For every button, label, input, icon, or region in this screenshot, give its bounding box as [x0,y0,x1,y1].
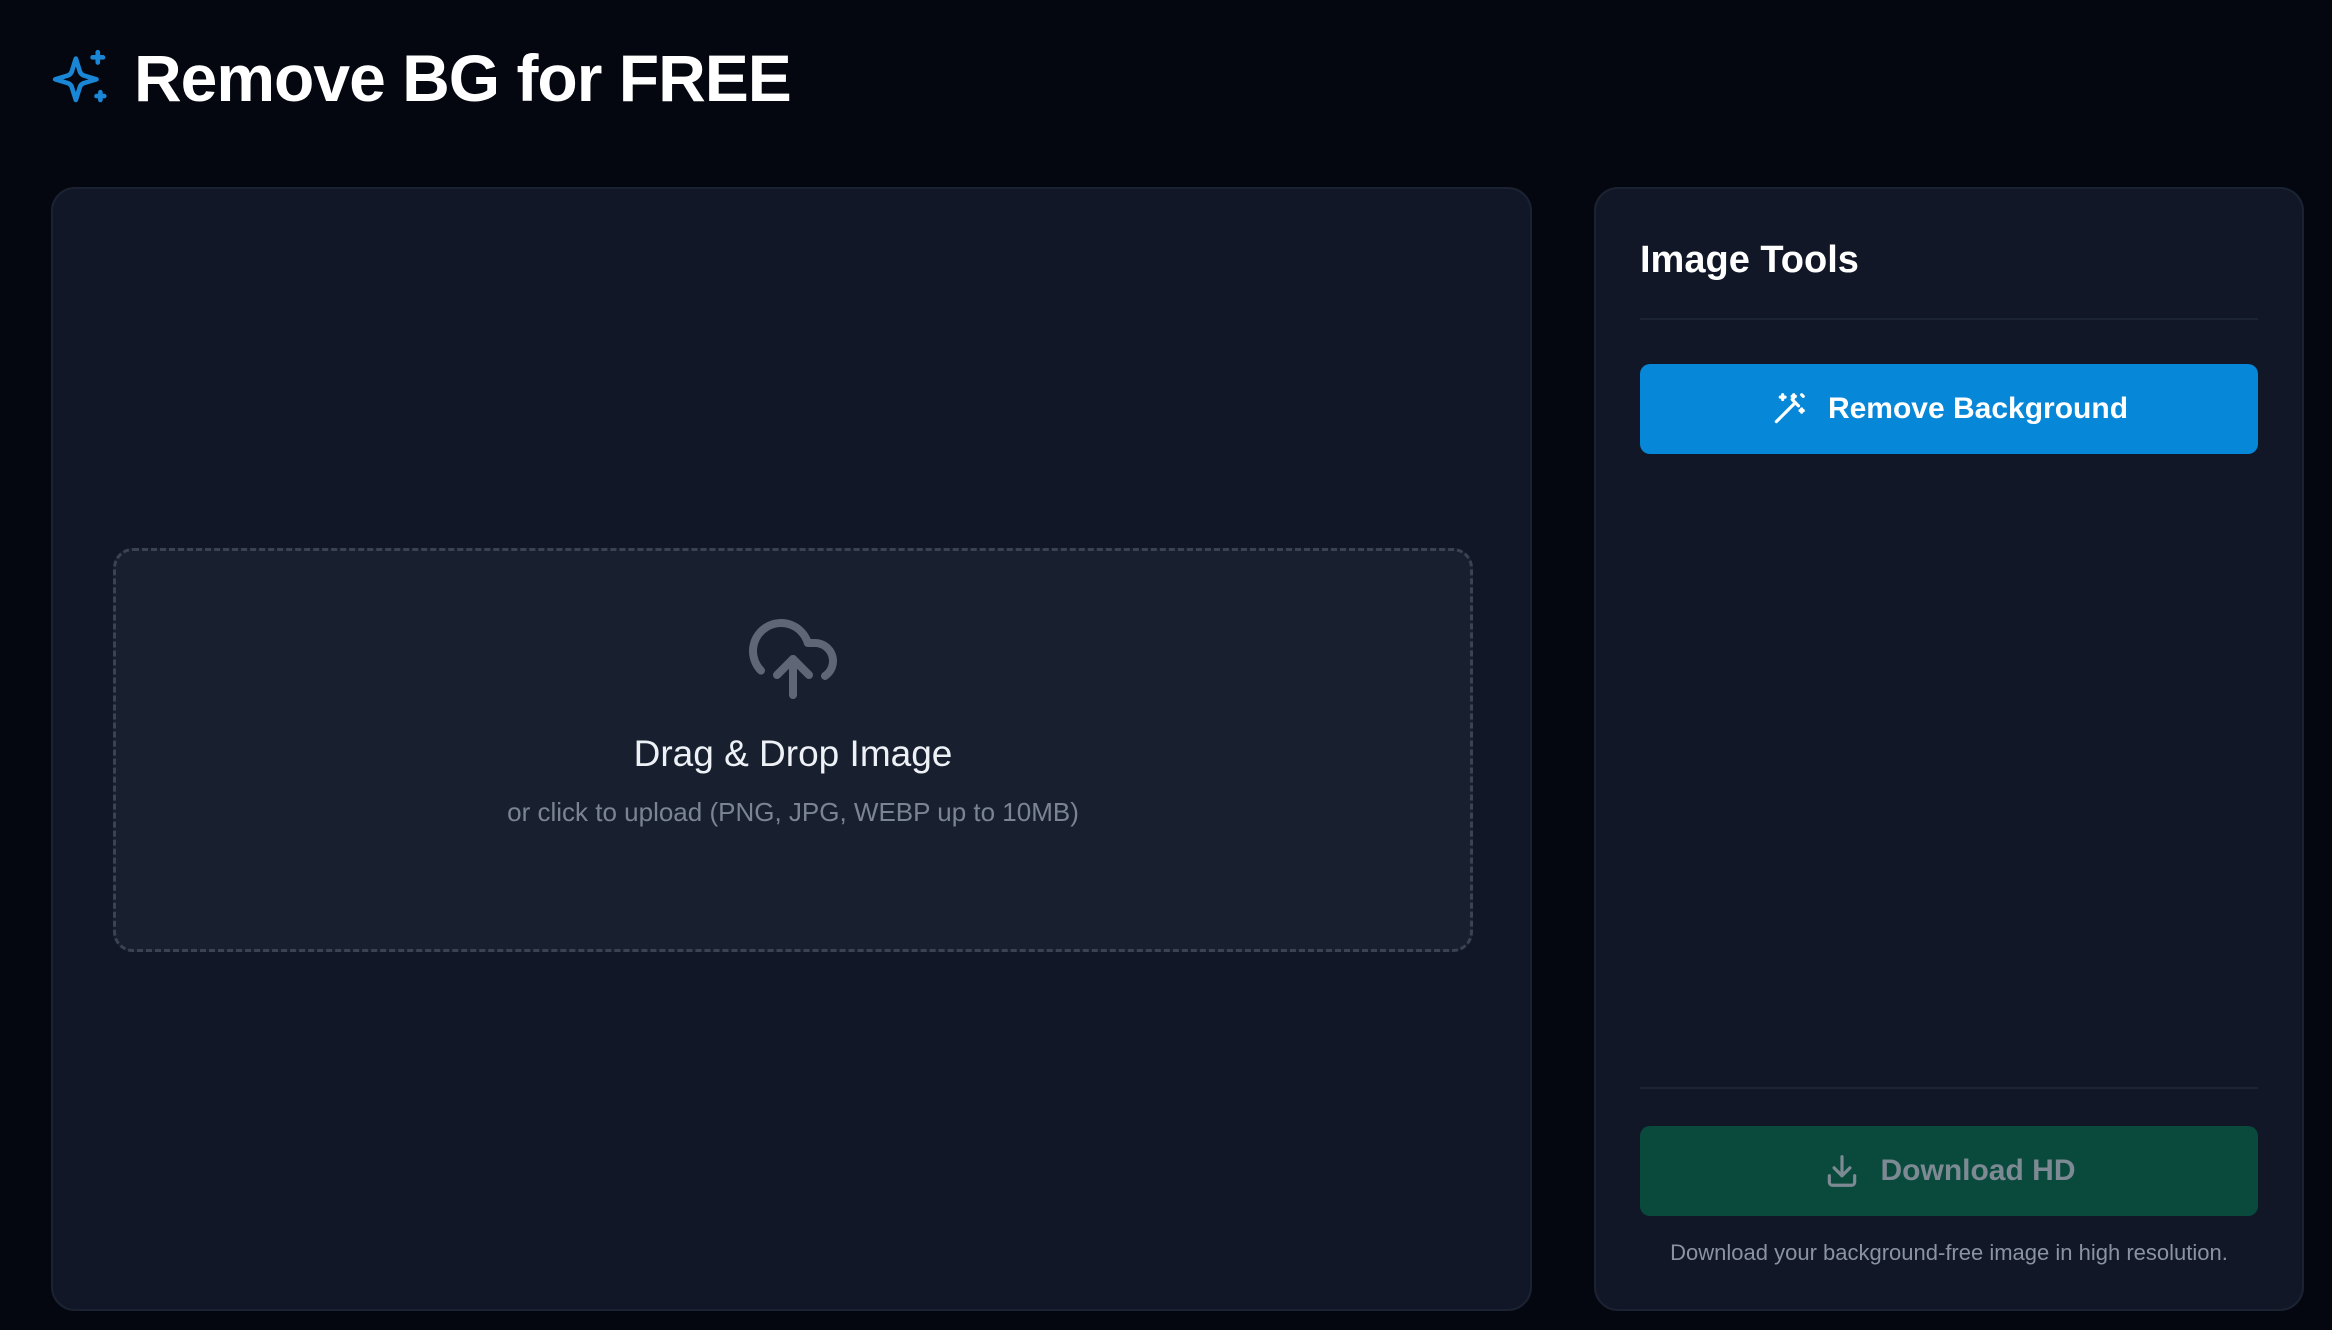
download-hd-button[interactable]: Download HD [1640,1126,2258,1216]
remove-background-button[interactable]: Remove Background [1640,364,2258,454]
dropzone-title: Drag & Drop Image [633,733,953,774]
divider [1640,318,2258,320]
image-tools-panel: Image Tools Remove Background Download H… [1594,187,2304,1311]
remove-background-label: Remove Background [1827,392,2129,425]
cloud-upload-icon [745,611,841,707]
app-header: Remove BG for FREE [50,36,792,120]
page-title: Remove BG for FREE [134,41,792,115]
download-note: Download your background-free image in h… [1670,1240,2228,1265]
download-hd-label: Download HD [1880,1154,2076,1187]
divider [1640,1087,2258,1089]
download-icon [1823,1152,1861,1190]
sparkles-icon [50,47,112,109]
image-preview-panel: Drag & Drop Image or click to upload (PN… [51,187,1532,1311]
dropzone-subtitle: or click to upload (PNG, JPG, WEBP up to… [507,797,1079,827]
panel-title: Image Tools [1640,239,1859,281]
upload-dropzone[interactable]: Drag & Drop Image or click to upload (PN… [113,548,1473,952]
app-page: Remove BG for FREE Drag & Drop Image or … [0,0,2332,1330]
magic-wand-icon [1770,390,1808,428]
